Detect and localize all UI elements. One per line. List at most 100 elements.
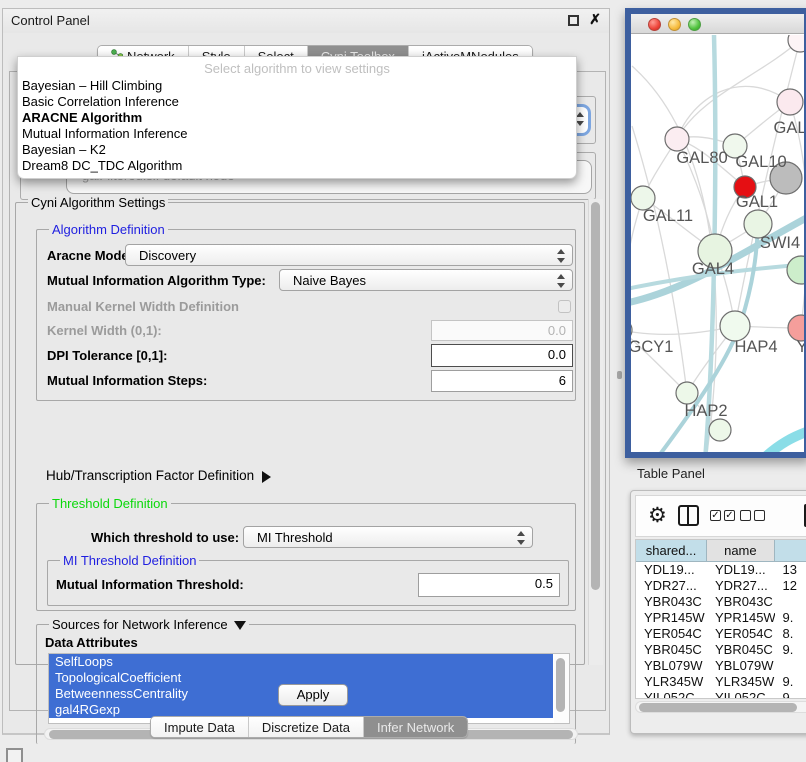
sources-title[interactable]: Sources for Network Inference (49, 617, 249, 636)
algorithm-option[interactable]: Bayesian – Hill Climbing (18, 78, 576, 94)
kernel-width-field[interactable]: 0.0 (431, 320, 573, 341)
table-cell: YBL079W (636, 658, 707, 674)
table-row[interactable]: YBR045CYBR045C9. (636, 642, 806, 658)
table-row[interactable]: YBR043CYBR043C (636, 594, 806, 610)
application-root: Control Panel ✗ galFiltered.sif default … (0, 0, 806, 762)
aracne-mode-combo[interactable]: Discovery (125, 244, 573, 266)
cyni-mode-tabbar: Impute Data Discretize Data Infer Network (150, 716, 468, 738)
network-node[interactable] (777, 89, 803, 115)
which-threshold-combo[interactable]: MI Threshold (243, 526, 533, 548)
network-node-label: HAP4 (734, 338, 777, 356)
table-cell: YDR27... (707, 578, 775, 594)
settings-scrollbar[interactable] (588, 199, 603, 665)
algorithm-option[interactable]: Bayesian – K2 (18, 142, 576, 158)
column-header-extra[interactable] (775, 540, 806, 561)
table-hscrollbar[interactable] (635, 701, 806, 713)
mi-threshold-definition-title: MI Threshold Definition (60, 553, 199, 568)
minimize-window-icon[interactable] (668, 18, 681, 31)
hide-columns-unchecked-icon[interactable] (740, 510, 765, 521)
network-window-titlebar[interactable] (631, 14, 804, 34)
network-node[interactable] (720, 311, 750, 341)
columns-icon[interactable] (678, 505, 699, 526)
manual-kernel-width-checkbox[interactable] (558, 300, 571, 313)
control-panel-title: Control Panel (11, 13, 90, 28)
hub-definition-toggle[interactable]: Hub/Transcription Factor Definition (46, 468, 277, 483)
table-row[interactable]: YBL079WYBL079W (636, 658, 806, 674)
table-cell: 9. (775, 690, 806, 699)
aracne-mode-label: Aracne Mode: (47, 248, 133, 263)
algorithm-option[interactable]: Dream8 DC_TDC Algorithm (18, 158, 576, 174)
table-cell: 9. (775, 674, 806, 690)
network-edge (631, 198, 643, 330)
algorithm-definition-group: Algorithm Definition Aracne Mode: Discov… (36, 229, 576, 401)
float-window-icon[interactable] (568, 15, 579, 26)
algorithm-definition-title: Algorithm Definition (49, 222, 168, 237)
attributes-scrollbar[interactable] (554, 654, 569, 723)
cyni-algorithm-settings-group: Cyni Algorithm Settings Algorithm Defini… (15, 202, 585, 665)
attribute-list-item[interactable]: SelfLoops (49, 654, 553, 670)
threshold-definition-title: Threshold Definition (49, 496, 171, 511)
table-row[interactable]: YDR27...YDR27...12 (636, 578, 806, 594)
apply-button[interactable]: Apply (278, 684, 348, 706)
table-toolbar: ⚙ ✓✓ (635, 495, 806, 537)
panel-splitter-handle[interactable] (617, 371, 622, 379)
table-cell: YLR345W (707, 674, 775, 690)
table-row[interactable]: YLR345WYLR345W9. (636, 674, 806, 690)
collapsed-arrow-icon (262, 471, 277, 483)
algorithm-select-popup: Select algorithm to view settings Bayesi… (17, 56, 577, 179)
table-cell: YER054C (636, 626, 707, 642)
table-header-row: shared...name (636, 540, 806, 562)
dpi-tolerance-field[interactable]: 0.0 (431, 344, 573, 367)
settings-scrollbar-thumb[interactable] (591, 202, 600, 590)
tab-discretize-data[interactable]: Discretize Data (249, 717, 364, 737)
network-node[interactable] (676, 382, 698, 404)
dock-panel-icon[interactable] (6, 748, 23, 762)
spinner-arrows-icon (516, 530, 525, 546)
tab-impute-data[interactable]: Impute Data (151, 717, 249, 737)
algorithm-option[interactable]: Basic Correlation Inference (18, 94, 576, 110)
table-cell (775, 594, 806, 610)
column-header-shared[interactable]: shared... (636, 540, 707, 561)
mi-threshold-definition-group: MI Threshold Definition Mutual Informati… (47, 560, 569, 606)
cyni-settings-title: Cyni Algorithm Settings (28, 195, 168, 210)
gear-icon[interactable]: ⚙ (648, 503, 667, 528)
mi-threshold-label: Mutual Information Threshold: (56, 577, 244, 592)
table-cell: YIL052C (707, 690, 775, 699)
show-columns-checked-icon[interactable]: ✓✓ (710, 510, 735, 521)
kernel-width-label: Kernel Width (0,1): (47, 323, 162, 338)
dpi-tolerance-label: DPI Tolerance [0,1]: (47, 348, 167, 363)
table-row[interactable]: YPR145WYPR145W9. (636, 610, 806, 626)
network-node[interactable] (709, 419, 731, 441)
column-header-name[interactable]: name (707, 540, 775, 561)
network-node[interactable] (787, 256, 804, 284)
close-window-icon[interactable] (648, 18, 661, 31)
tab-label: Discretize Data (262, 720, 350, 735)
mi-algorithm-type-label: Mutual Information Algorithm Type: (47, 273, 266, 288)
attributes-scrollbar-thumb[interactable] (556, 658, 565, 712)
algorithm-option[interactable]: Mutual Information Inference (18, 126, 576, 142)
threshold-definition-group: Threshold Definition Which threshold to … (36, 503, 576, 611)
network-edge-highlighted (760, 430, 804, 452)
table-row[interactable]: YER054CYER054C8. (636, 626, 806, 642)
table-row[interactable]: YIL052CYIL052C9. (636, 690, 806, 699)
mi-threshold-field[interactable]: 0.5 (418, 573, 560, 597)
network-node[interactable] (788, 35, 804, 52)
network-node[interactable] (665, 127, 689, 151)
close-panel-icon[interactable]: ✗ (589, 11, 601, 28)
mi-algorithm-type-combo[interactable]: Naive Bayes (279, 269, 573, 291)
tab-infer-network[interactable]: Infer Network (364, 717, 467, 737)
mi-steps-field[interactable]: 6 (431, 370, 573, 392)
table-hscrollbar-thumb[interactable] (639, 703, 797, 712)
network-graph: GALGAL80GAL10GAL1GAL11SWI4GAL4GCY1HAP4YH… (631, 35, 804, 452)
zoom-window-icon[interactable] (688, 18, 701, 31)
network-canvas[interactable]: GALGAL80GAL10GAL1GAL11SWI4GAL4GCY1HAP4YH… (631, 35, 804, 452)
table-cell: YDR27... (636, 578, 707, 594)
algorithm-option[interactable]: ARACNE Algorithm (18, 110, 576, 126)
table-cell: YER054C (707, 626, 775, 642)
table-cell: YBR045C (636, 642, 707, 658)
table-cell: 13 (775, 562, 806, 578)
table-row[interactable]: YDL19...YDL19...13 (636, 562, 806, 578)
network-node-label: Y (796, 338, 804, 356)
spinner-arrows-icon (556, 273, 565, 289)
node-attribute-table[interactable]: shared...name YDL19...YDL19...13YDR27...… (635, 539, 806, 699)
